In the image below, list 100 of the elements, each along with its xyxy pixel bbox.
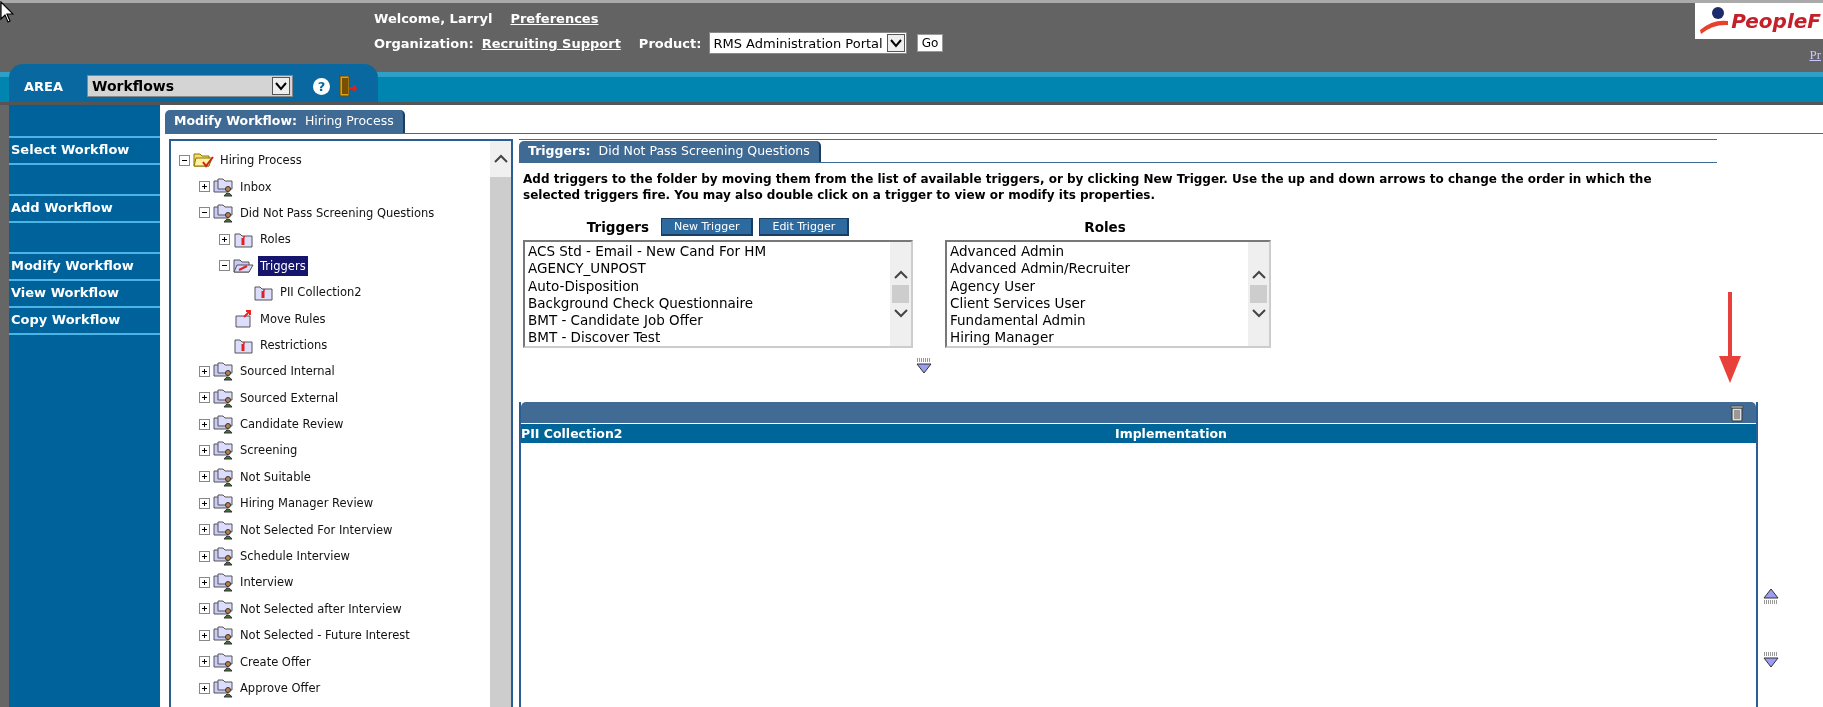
area-select[interactable]: Workflows — [87, 75, 293, 97]
tree-item[interactable]: Approve Offer — [238, 678, 323, 698]
tree-item[interactable]: Sourced Internal — [238, 361, 337, 382]
tree-item[interactable]: Roles — [258, 229, 293, 250]
tree-item[interactable]: Triggers — [258, 255, 308, 276]
product-label: Product: — [638, 35, 702, 51]
preferences-link[interactable]: Preferences — [510, 10, 599, 26]
list-item[interactable]: Background Check Questionnaire — [528, 294, 887, 313]
scrollbar[interactable] — [490, 141, 511, 707]
expand-icon[interactable] — [219, 233, 230, 245]
expand-icon[interactable] — [199, 629, 210, 641]
folder-person-icon — [213, 519, 235, 540]
move-down-icon[interactable] — [1762, 652, 1780, 668]
tree-item[interactable]: Schedule Interview — [238, 546, 352, 567]
instructions-text: Add triggers to the folder by moving them from the list of available triggers, or by clicking New Trigger. Use the up and down arrows to change the order in which the selected triggers fire. You may also double click on a trigger to view or modify its properties. — [523, 171, 1653, 203]
trash-icon[interactable] — [1730, 403, 1744, 422]
modify-workflow-tab[interactable]: Modify Workflow: Hiring Process — [165, 110, 405, 133]
sidebar-item[interactable]: Modify Workflow — [9, 254, 160, 281]
tree-item[interactable]: Move Rules — [258, 308, 328, 329]
expand-icon[interactable] — [199, 181, 210, 193]
expand-icon[interactable] — [199, 682, 210, 694]
tree-item[interactable]: Inbox — [238, 176, 274, 197]
scroll-down-icon[interactable] — [893, 308, 908, 318]
list-item[interactable]: Agency User — [950, 277, 1245, 295]
tree-item[interactable]: Screening — [238, 440, 300, 461]
expand-icon[interactable] — [199, 576, 210, 588]
product-select[interactable]: RMS Administration Portal — [709, 32, 907, 54]
list-item[interactable]: BMT - Candidate Job Offer — [528, 312, 887, 330]
folder-person-icon — [213, 440, 235, 461]
folder-person-icon — [213, 493, 235, 514]
folder-person-icon — [213, 572, 235, 593]
collapse-icon[interactable] — [219, 260, 230, 272]
list-item[interactable]: Fundamental Admin — [950, 312, 1245, 330]
expand-icon[interactable] — [199, 445, 210, 456]
expand-icon[interactable] — [199, 497, 210, 509]
organization-label: Organization: — [374, 35, 474, 51]
list-item[interactable]: Hiring Manager — [950, 329, 1245, 347]
folder-person-icon — [213, 625, 235, 646]
folder-person-icon — [213, 176, 235, 197]
tree-item[interactable]: Hiring Manager Review — [238, 493, 376, 514]
tree-item[interactable]: PII Collection2 — [278, 282, 364, 303]
list-item[interactable]: BMT - Discover Test — [528, 329, 887, 347]
collapse-icon[interactable] — [199, 207, 210, 219]
list-item[interactable]: Advanced Admin/Recruiter — [950, 260, 1245, 278]
list-item[interactable]: Auto-Disposition — [528, 277, 887, 295]
folder-person-icon — [213, 361, 235, 382]
trigger-button[interactable]: Edit Trigger — [759, 218, 850, 236]
list-item[interactable]: Advanced Admin — [950, 243, 1245, 261]
scroll-up-icon[interactable] — [1251, 270, 1266, 280]
help-icon[interactable]: ? — [313, 77, 330, 95]
column-header: PII Collection2 — [521, 426, 624, 441]
folder-person-icon — [213, 414, 235, 435]
list-title: Triggers — [586, 219, 649, 235]
tree-item[interactable]: Interview — [238, 572, 296, 593]
welcome-text: Welcome, Larryl — [374, 10, 493, 26]
expand-icon[interactable] — [199, 418, 210, 430]
sidebar-item[interactable]: Select Workflow — [9, 138, 160, 165]
list-item[interactable]: ACS Std - Email - New Cand For HM — [528, 243, 887, 261]
expand-icon[interactable] — [199, 365, 210, 377]
sidebar-item[interactable]: Add Workflow — [9, 196, 160, 223]
list-item[interactable]: Client Services User — [950, 294, 1245, 313]
collapse-icon[interactable] — [179, 154, 190, 166]
tree-item[interactable]: Hiring Process — [218, 150, 304, 171]
scroll-up-icon[interactable] — [493, 154, 508, 164]
tree-item[interactable]: Candidate Review — [238, 414, 346, 435]
folder-person-icon — [213, 202, 235, 223]
scroll-down-icon[interactable] — [1251, 308, 1266, 318]
expand-icon[interactable] — [199, 550, 210, 562]
roles-list[interactable]: Advanced Admin Advanced Admin/Recruiter Agency User Client Services User Fundamental Admin Hiring Manager — [945, 240, 1271, 348]
list-item[interactable]: AGENCY_UNPOST — [528, 260, 887, 278]
expand-icon[interactable] — [199, 603, 210, 615]
scroll-up-icon[interactable] — [893, 270, 908, 280]
expand-icon[interactable] — [199, 524, 210, 536]
tree-item[interactable]: Sourced External — [238, 387, 341, 408]
scroll-thumb[interactable] — [1250, 285, 1267, 303]
sidebar-item[interactable]: View Workflow — [9, 281, 160, 308]
folder-person-icon — [213, 387, 235, 408]
tree-item[interactable]: Not Selected - Future Interest — [238, 625, 412, 646]
tree-item[interactable]: Create Offer — [238, 651, 313, 672]
move-up-icon[interactable] — [1762, 588, 1780, 604]
column-header: Implementation — [1115, 426, 1228, 441]
tree-item[interactable]: Restrictions — [258, 334, 330, 355]
tree-item[interactable]: Did Not Pass Screening Questions — [238, 202, 437, 223]
go-button[interactable]: Go — [916, 34, 944, 52]
tree-item[interactable]: Not Selected after Interview — [238, 598, 404, 619]
folder-person-icon — [213, 651, 235, 672]
expand-icon[interactable] — [199, 656, 210, 668]
expand-icon[interactable] — [199, 392, 210, 404]
tree-item[interactable]: Not Selected For Interview — [238, 519, 395, 540]
trigger-button[interactable]: New Trigger — [661, 218, 754, 236]
sidebar-item[interactable]: Copy Workflow — [9, 308, 160, 335]
move-down-icon[interactable] — [915, 358, 933, 374]
tree-item[interactable]: Not Suitable — [238, 466, 313, 487]
exit-door-icon[interactable] — [338, 75, 358, 97]
triggers-list[interactable]: ACS Std - Email - New Cand For HM AGENCY_UNPOST Auto-Disposition Background Check Questionnaire BMT - Candidate Job Offer BMT - Discover Test — [523, 240, 913, 348]
scroll-thumb[interactable] — [892, 285, 909, 303]
triggers-tab[interactable]: Triggers: Did Not Pass Screening Questions — [519, 141, 821, 162]
expand-icon[interactable] — [199, 471, 210, 483]
corner-link[interactable]: Pr — [1809, 47, 1823, 63]
organization-link[interactable]: Recruiting Support — [481, 35, 621, 51]
